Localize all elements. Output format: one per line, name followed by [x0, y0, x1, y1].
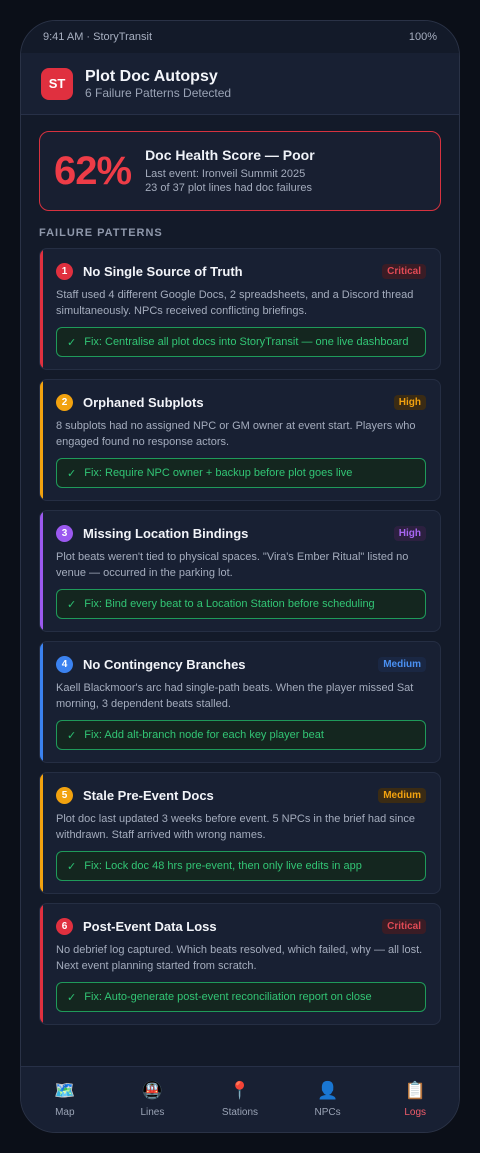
fix-text: Fix: Bind every beat to a Location Stati…	[84, 597, 375, 610]
person-icon: 👤	[316, 1081, 339, 1100]
pattern-title: No Contingency Branches	[83, 656, 246, 672]
pattern-number: 4	[56, 655, 73, 673]
failure-pattern-list: 1 No Single Source of Truth Critical Sta…	[39, 248, 441, 1025]
tab-bar: 🗺️ Map 🚇 Lines 📍 Stations 👤 NPCs 📋 Logs	[21, 1066, 459, 1132]
pattern-description: Kaell Blackmoor's arc had single-path be…	[56, 682, 414, 710]
pattern-number: 2	[56, 393, 73, 411]
fix-suggestion[interactable]: ✓ Fix: Bind every beat to a Location Sta…	[56, 589, 426, 619]
tab-lines[interactable]: 🚇 Lines	[109, 1067, 197, 1132]
fix-text: Fix: Lock doc 48 hrs pre-event, then onl…	[84, 859, 362, 872]
severity-accent-bar	[40, 642, 43, 762]
pin-icon: 📍	[229, 1081, 251, 1100]
pattern-title: Stale Pre-Event Docs	[83, 787, 214, 803]
health-score-title: Doc Health Score — Poor	[145, 147, 315, 163]
tab-label: Lines	[140, 1107, 165, 1118]
pattern-number: 5	[56, 786, 73, 804]
check-icon: ✓	[67, 336, 77, 349]
failure-count-line: 23 of 37 plot lines had doc failures	[145, 182, 313, 194]
pattern-description: 8 subplots had no assigned NPC or GM own…	[56, 420, 416, 448]
check-icon: ✓	[67, 598, 77, 611]
failure-card-4[interactable]: 4 No Contingency Branches Medium Kaell B…	[39, 641, 441, 763]
fix-suggestion[interactable]: ✓ Fix: Add alt-branch node for each key …	[56, 720, 426, 750]
pattern-description: Staff used 4 different Google Docs, 2 sp…	[56, 289, 414, 317]
pattern-description: No debrief log captured. Which beats res…	[56, 944, 423, 972]
tab-label: Stations	[221, 1107, 259, 1118]
pattern-title: Missing Location Bindings	[83, 525, 249, 541]
pattern-title: No Single Source of Truth	[83, 263, 243, 279]
severity-badge: High	[393, 394, 426, 410]
main-content: 62% Doc Health Score — Poor Last event: …	[21, 115, 459, 1025]
tab-label: Logs	[404, 1107, 427, 1118]
pattern-description: Plot doc last updated 3 weeks before eve…	[56, 813, 415, 841]
fix-suggestion[interactable]: ✓ Fix: Centralise all plot docs into Sto…	[56, 327, 426, 357]
status-bar: 9:41 AM · StoryTransit 100%	[21, 21, 459, 53]
failure-card-2[interactable]: 2 Orphaned Subplots High 8 subplots had …	[39, 379, 441, 501]
app-logo: ST	[41, 67, 73, 100]
tab-logs[interactable]: 📋 Logs	[371, 1067, 459, 1132]
severity-accent-bar	[40, 249, 43, 369]
fix-suggestion[interactable]: ✓ Fix: Auto-generate post-event reconcil…	[56, 982, 426, 1012]
app-header: ST Plot Doc Autopsy 6 Failure Patterns D…	[21, 53, 459, 115]
severity-accent-bar	[40, 511, 43, 631]
severity-accent-bar	[40, 773, 43, 893]
pattern-title: Orphaned Subplots	[83, 394, 204, 410]
fix-text: Fix: Require NPC owner + backup before p…	[84, 466, 353, 479]
fix-text: Fix: Centralise all plot docs into Story…	[84, 335, 409, 348]
phone-frame: 9:41 AM · StoryTransit 100% ST Plot Doc …	[20, 20, 460, 1133]
health-score-value: 62%	[54, 148, 132, 193]
pattern-title: Post-Event Data Loss	[83, 918, 217, 934]
severity-badge: High	[393, 525, 426, 541]
train-icon: 🚇	[141, 1081, 163, 1100]
severity-accent-bar	[40, 904, 43, 1024]
severity-badge: Critical	[382, 263, 426, 279]
health-score-card: 62% Doc Health Score — Poor Last event: …	[39, 131, 441, 211]
page-subtitle: 6 Failure Patterns Detected	[85, 85, 232, 100]
page-title: Plot Doc Autopsy	[85, 67, 218, 85]
severity-badge: Medium	[378, 656, 426, 672]
fix-text: Fix: Auto-generate post-event reconcilia…	[84, 990, 372, 1003]
tab-label: Map	[55, 1107, 75, 1118]
check-icon: ✓	[67, 729, 77, 742]
last-event-line: Last event: Ironveil Summit 2025	[145, 168, 306, 180]
tab-npcs[interactable]: 👤 NPCs	[284, 1067, 372, 1132]
check-icon: ✓	[67, 991, 77, 1004]
pattern-number: 1	[56, 262, 73, 280]
failure-card-1[interactable]: 1 No Single Source of Truth Critical Sta…	[39, 248, 441, 370]
failure-card-3[interactable]: 3 Missing Location Bindings High Plot be…	[39, 510, 441, 632]
severity-badge: Critical	[382, 918, 426, 934]
section-title: FAILURE PATTERNS	[39, 227, 163, 239]
severity-accent-bar	[40, 380, 43, 500]
map-icon: 🗺️	[54, 1081, 76, 1100]
fix-text: Fix: Add alt-branch node for each key pl…	[84, 728, 324, 741]
battery-level: 100%	[408, 31, 437, 43]
tab-map[interactable]: 🗺️ Map	[21, 1067, 109, 1132]
fix-suggestion[interactable]: ✓ Fix: Lock doc 48 hrs pre-event, then o…	[56, 851, 426, 881]
check-icon: ✓	[67, 860, 77, 873]
clipboard-icon: 📋	[404, 1081, 426, 1100]
pattern-description: Plot beats weren't tied to physical spac…	[56, 551, 409, 579]
check-icon: ✓	[67, 467, 77, 480]
tab-stations[interactable]: 📍 Stations	[196, 1067, 284, 1132]
failure-card-6[interactable]: 6 Post-Event Data Loss Critical No debri…	[39, 903, 441, 1025]
failure-card-5[interactable]: 5 Stale Pre-Event Docs Medium Plot doc l…	[39, 772, 441, 894]
severity-badge: Medium	[378, 787, 426, 803]
pattern-number: 6	[56, 917, 73, 935]
tab-label: NPCs	[314, 1107, 341, 1118]
pattern-number: 3	[56, 524, 73, 542]
status-time-app: 9:41 AM · StoryTransit	[43, 31, 153, 43]
fix-suggestion[interactable]: ✓ Fix: Require NPC owner + backup before…	[56, 458, 426, 488]
